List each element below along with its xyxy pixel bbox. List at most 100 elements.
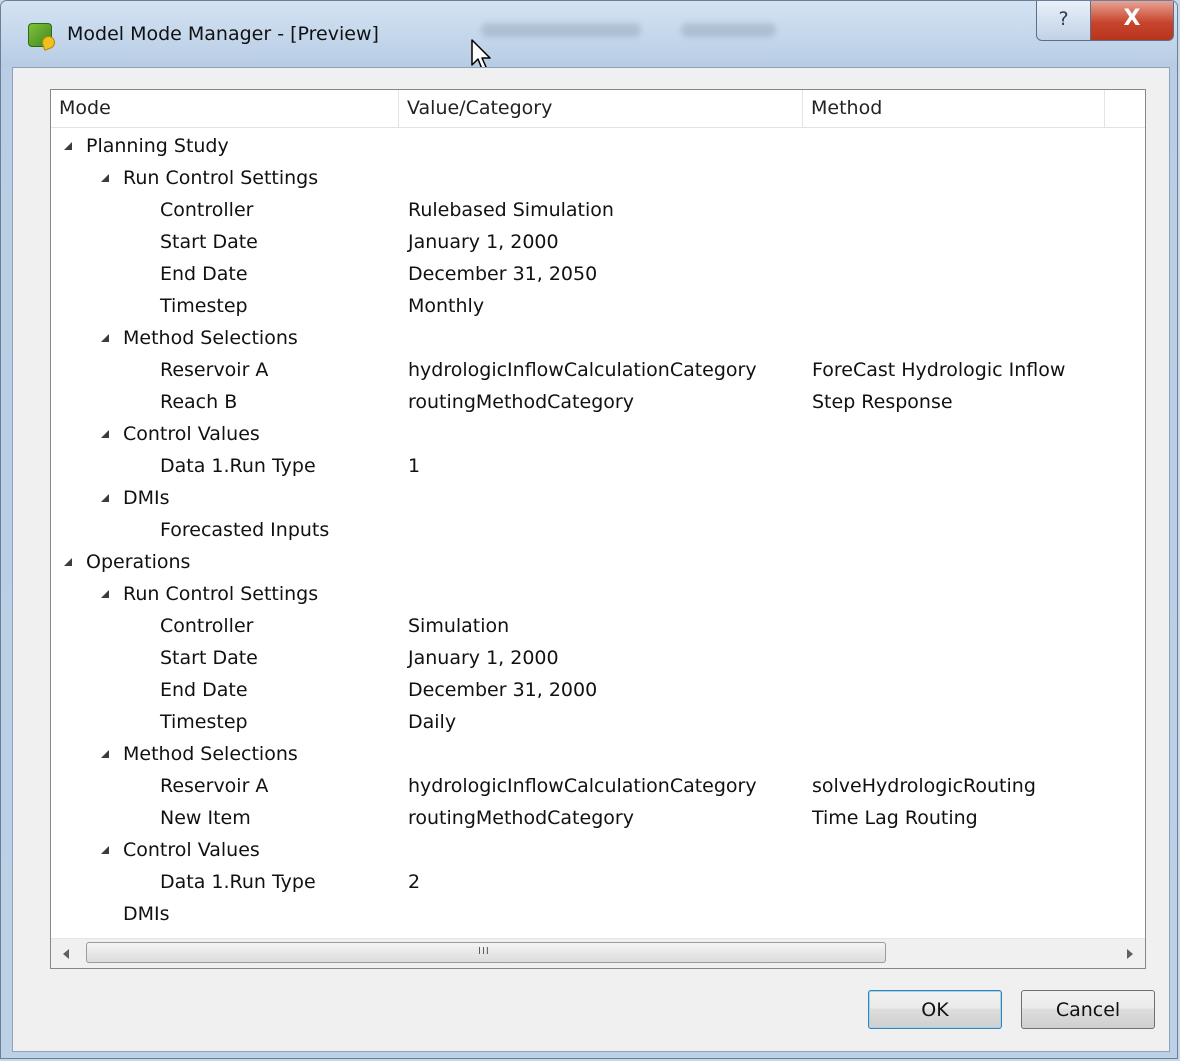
tree-row[interactable]: Control Values: [51, 834, 1145, 866]
tree-row-label: Forecasted Inputs: [160, 519, 330, 541]
tree-row[interactable]: Operations: [51, 546, 1145, 578]
tree-row-value: Rulebased Simulation: [408, 199, 614, 221]
column-header-value-category[interactable]: Value/Category: [399, 90, 803, 127]
tree-row-value: Daily: [408, 711, 457, 733]
tree-row-value: routingMethodCategory: [408, 391, 634, 413]
scrollbar-grip: III: [478, 946, 490, 957]
tree-row-method: Time Lag Routing: [812, 807, 978, 829]
tree-row-label: Controller: [160, 199, 254, 221]
scrollbar-thumb[interactable]: III: [86, 942, 886, 963]
tree-row[interactable]: DMIs: [51, 898, 1145, 930]
tree-row-value: January 1, 2000: [408, 647, 559, 669]
tree-row-label: End Date: [160, 263, 248, 285]
expanded-triangle-icon[interactable]: [64, 142, 72, 150]
mode-tree-view[interactable]: Mode Value/Category Method Planning Stud…: [50, 89, 1146, 969]
tree-row-value: hydrologicInflowCalculationCategory: [408, 775, 757, 797]
tree-row-label: Start Date: [160, 647, 258, 669]
tree-row[interactable]: Control Values: [51, 418, 1145, 450]
tree-row[interactable]: Reach B routingMethodCategory Step Respons…: [51, 386, 1145, 418]
expanded-triangle-icon[interactable]: [101, 750, 109, 758]
tree-row-method: Step Response: [812, 391, 953, 413]
tree-row-value: 2: [408, 871, 421, 893]
tree-row-label: Reservoir A: [160, 359, 269, 381]
tree-row-label: Operations: [86, 551, 191, 573]
tree-row-label: Data 1.Run Type: [160, 871, 316, 893]
column-header-method[interactable]: Method: [803, 90, 1105, 127]
expanded-triangle-icon[interactable]: [101, 174, 109, 182]
tree-row[interactable]: End Date December 31, 2050: [51, 258, 1145, 290]
tree-row-value: Monthly: [408, 295, 485, 317]
tree-row-label: New Item: [160, 807, 251, 829]
horizontal-scrollbar[interactable]: III: [51, 938, 1145, 968]
tree-row[interactable]: Start Date January 1, 2000: [51, 226, 1145, 258]
tree-row-label: Start Date: [160, 231, 258, 253]
tree-row-label: Reach B: [160, 391, 238, 413]
tree-row-value: 1: [408, 455, 421, 477]
tree-rows: Planning Study Run Control Settings Contro…: [51, 130, 1145, 930]
ok-button[interactable]: OK: [868, 990, 1002, 1029]
tree-row-label: End Date: [160, 679, 248, 701]
cancel-button[interactable]: Cancel: [1021, 990, 1155, 1029]
tree-row-label: Data 1.Run Type: [160, 455, 316, 477]
background-blur: [481, 23, 641, 37]
tree-row-value: January 1, 2000: [408, 231, 559, 253]
app-icon: [28, 23, 52, 47]
tree-row-label: Control Values: [123, 839, 260, 861]
expanded-triangle-icon[interactable]: [101, 494, 109, 502]
tree-row-value: hydrologicInflowCalculationCategory: [408, 359, 757, 381]
expanded-triangle-icon[interactable]: [101, 334, 109, 342]
tree-header: Mode Value/Category Method: [51, 90, 1145, 128]
tree-row-label: Run Control Settings: [123, 583, 319, 605]
tree-row[interactable]: Data 1.Run Type 2: [51, 866, 1145, 898]
tree-row-label: Planning Study: [86, 135, 229, 157]
tree-row-label: DMIs: [123, 903, 170, 925]
tree-row-label: Controller: [160, 615, 254, 637]
tree-row-label: Method Selections: [123, 327, 298, 349]
tree-row[interactable]: Method Selections: [51, 738, 1145, 770]
tree-row-label: Timestep: [160, 711, 248, 733]
tree-row-method: solveHydrologicRouting: [812, 775, 1036, 797]
tree-row[interactable]: Run Control Settings: [51, 578, 1145, 610]
background-blur: [681, 23, 776, 37]
column-header-mode[interactable]: Mode: [51, 90, 399, 127]
tree-row-label: Run Control Settings: [123, 167, 319, 189]
tree-row-value: December 31, 2000: [408, 679, 598, 701]
tree-row[interactable]: Reservoir A hydrologicInflowCalculationCa…: [51, 354, 1145, 386]
dialog-client-area: Mode Value/Category Method Planning Stud…: [12, 67, 1170, 1052]
expanded-triangle-icon[interactable]: [101, 846, 109, 854]
tree-row-label: Method Selections: [123, 743, 298, 765]
tree-row[interactable]: Planning Study: [51, 130, 1145, 162]
title-bar[interactable]: Model Mode Manager - [Preview] ? X: [1, 1, 1177, 67]
window-title: Model Mode Manager - [Preview]: [67, 23, 379, 45]
tree-row-value: Simulation: [408, 615, 510, 637]
close-button[interactable]: X: [1090, 1, 1174, 41]
tree-row-label: Reservoir A: [160, 775, 269, 797]
tree-row[interactable]: Start Date January 1, 2000: [51, 642, 1145, 674]
help-icon: ?: [1058, 8, 1069, 30]
tree-row[interactable]: End Date December 31, 2000: [51, 674, 1145, 706]
tree-row-value: routingMethodCategory: [408, 807, 634, 829]
help-button[interactable]: ?: [1036, 1, 1091, 41]
tree-row-label: DMIs: [123, 487, 170, 509]
tree-row[interactable]: Run Control Settings: [51, 162, 1145, 194]
tree-row-label: Timestep: [160, 295, 248, 317]
tree-row[interactable]: Controller Simulation: [51, 610, 1145, 642]
dialog-window: Model Mode Manager - [Preview] ? X Mode …: [0, 0, 1178, 1059]
tree-row-label: Control Values: [123, 423, 260, 445]
tree-row[interactable]: Forecasted Inputs: [51, 514, 1145, 546]
expanded-triangle-icon[interactable]: [64, 558, 72, 566]
tree-row[interactable]: New Item routingMethodCategory Time Lag Ro…: [51, 802, 1145, 834]
tree-row[interactable]: Method Selections: [51, 322, 1145, 354]
tree-row[interactable]: Data 1.Run Type 1: [51, 450, 1145, 482]
tree-row-value: December 31, 2050: [408, 263, 598, 285]
expanded-triangle-icon[interactable]: [101, 430, 109, 438]
close-icon: X: [1123, 6, 1141, 31]
tree-row[interactable]: Timestep Monthly: [51, 290, 1145, 322]
scroll-left-arrow-icon[interactable]: [63, 949, 69, 959]
scroll-right-arrow-icon[interactable]: [1127, 949, 1133, 959]
tree-row[interactable]: Timestep Daily: [51, 706, 1145, 738]
tree-row[interactable]: Controller Rulebased Simulation: [51, 194, 1145, 226]
tree-row[interactable]: DMIs: [51, 482, 1145, 514]
tree-row[interactable]: Reservoir A hydrologicInflowCalculationCa…: [51, 770, 1145, 802]
expanded-triangle-icon[interactable]: [101, 590, 109, 598]
